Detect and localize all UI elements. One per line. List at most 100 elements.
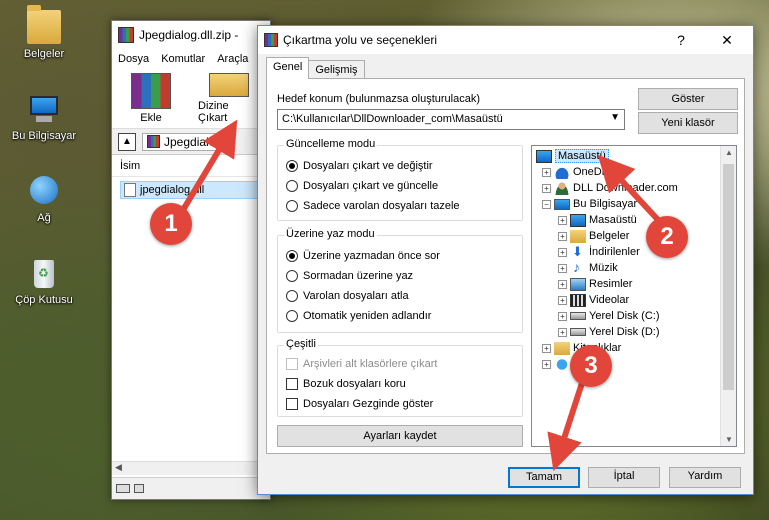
help-button[interactable]: Yardım — [669, 467, 741, 488]
radio-label: Dosyaları çıkart ve değiştir — [303, 160, 433, 172]
radio-freshen-existing[interactable]: Sadece varolan dosyaları tazele — [286, 200, 460, 212]
radio-button[interactable] — [286, 270, 298, 282]
desktop-icon-network[interactable]: Ağ — [4, 174, 84, 224]
expand-icon[interactable]: + — [542, 183, 551, 193]
radio-extract-update[interactable]: Dosyaları çıkart ve güncelle — [286, 180, 438, 192]
expand-icon[interactable]: + — [542, 167, 551, 177]
expand-icon[interactable]: + — [558, 263, 567, 273]
expand-icon[interactable]: + — [558, 295, 567, 305]
radio-overwrite-without-prompt[interactable]: Sormadan üzerine yaz — [286, 270, 413, 282]
expand-icon[interactable]: + — [558, 231, 567, 241]
radio-skip-existing[interactable]: Varolan dosyaları atla — [286, 290, 409, 302]
destination-path-value: C:\Kullanıcılar\DllDownloader_com\Masaüs… — [282, 113, 503, 125]
add-button[interactable]: Ekle — [120, 73, 182, 124]
annotation-badge-1: 1 — [150, 203, 192, 245]
tree-node-label: Müzik — [589, 262, 618, 274]
add-button-label: Ekle — [140, 112, 162, 124]
tree-node-documents[interactable]: + Belgeler — [558, 228, 629, 244]
tree-node-label: Resimler — [589, 278, 633, 290]
add-archive-icon — [131, 73, 171, 109]
winrar-address-bar: ▲ Jpegdialog — [112, 129, 270, 155]
radio-extract-replace[interactable]: Dosyaları çıkart ve değiştir — [286, 160, 433, 172]
winrar-menubar: Dosya Komutlar Araçla — [112, 49, 270, 69]
cancel-button[interactable]: İptal — [588, 467, 660, 488]
menu-file[interactable]: Dosya — [118, 53, 149, 65]
expand-icon[interactable]: + — [558, 327, 567, 337]
radio-button[interactable] — [286, 180, 298, 192]
radio-button[interactable] — [286, 310, 298, 322]
extract-to-button[interactable]: Dizine Çıkart — [198, 73, 260, 124]
desktop-icon-label: Ağ — [37, 212, 51, 224]
checkbox — [286, 358, 298, 370]
radio-button[interactable] — [286, 290, 298, 302]
horizontal-scrollbar[interactable]: ◀ — [112, 461, 270, 475]
desktop-icon-recycle-bin[interactable]: Çöp Kutusu — [4, 256, 84, 306]
scroll-down-icon[interactable]: ▼ — [721, 435, 736, 444]
tree-node-videos[interactable]: + Videolar — [558, 292, 629, 308]
chevron-down-icon[interactable]: ▼ — [610, 112, 620, 123]
expand-icon[interactable]: + — [558, 247, 567, 257]
archive-path[interactable]: Jpegdialog — [142, 132, 228, 151]
checkbox-show-in-explorer[interactable]: Dosyaları Gezginde göster — [286, 398, 433, 410]
menu-tools[interactable]: Araçla — [217, 53, 248, 65]
tree-vertical-scrollbar[interactable]: ▲ ▼ — [720, 146, 736, 446]
tree-node-music[interactable]: + Müzik — [558, 259, 618, 276]
radio-button[interactable] — [286, 160, 298, 172]
tree-node-disk-c[interactable]: + Yerel Disk (C:) — [558, 308, 660, 324]
up-folder-button[interactable]: ▲ — [118, 132, 136, 151]
collapse-icon[interactable]: − — [542, 199, 551, 209]
radio-button[interactable] — [286, 200, 298, 212]
checkbox-keep-broken-files[interactable]: Bozuk dosyaları koru — [286, 378, 406, 390]
radio-rename-automatically[interactable]: Otomatik yeniden adlandır — [286, 310, 431, 322]
network-icon — [27, 174, 61, 208]
update-mode-group: Güncelleme modu Dosyaları çıkart ve deği… — [277, 138, 523, 221]
dialog-titlebar[interactable]: Çıkartma yolu ve seçenekleri ? ✕ — [258, 26, 753, 54]
file-row[interactable]: jpegdialog.dll — [120, 181, 262, 199]
help-title-button[interactable]: ? — [661, 26, 701, 54]
expand-icon[interactable]: + — [542, 359, 551, 369]
recycle-bin-icon — [27, 256, 61, 290]
desktop-icon-documents[interactable]: Belgeler — [4, 5, 84, 60]
expand-icon[interactable]: + — [558, 311, 567, 321]
tree-node-pictures[interactable]: + Resimler — [558, 276, 632, 292]
radio-ask-before-overwrite[interactable]: Üzerine yazmadan önce sor — [286, 250, 440, 262]
expand-icon[interactable]: + — [558, 215, 567, 225]
tree-node-disk-d[interactable]: + Yerel Disk (D:) — [558, 324, 660, 340]
radio-label: Otomatik yeniden adlandır — [303, 310, 432, 322]
checkbox[interactable] — [286, 398, 298, 410]
folder-tree[interactable]: Masaüstü + OneDrive + DLL Downloader.com… — [531, 145, 737, 447]
checkbox[interactable] — [286, 378, 298, 390]
scroll-up-icon[interactable]: ▲ — [721, 148, 736, 157]
radio-button[interactable] — [286, 250, 298, 262]
save-settings-button[interactable]: Ayarları kaydet — [277, 425, 523, 447]
ok-button[interactable]: Tamam — [508, 467, 580, 488]
expand-icon[interactable]: + — [558, 279, 567, 289]
misc-group: Çeşitli Arşivleri alt klasörlere çıkart … — [277, 338, 523, 417]
column-header-name[interactable]: İsim — [112, 155, 270, 177]
libraries-icon — [554, 341, 570, 355]
overwrite-mode-title: Üzerine yaz modu — [284, 228, 377, 240]
close-icon[interactable]: ✕ — [707, 26, 747, 54]
expand-icon[interactable]: + — [542, 343, 551, 353]
tree-node-label: Masaüstü — [555, 149, 609, 163]
checkbox-label: Arşivleri alt klasörlere çıkart — [303, 358, 438, 370]
tree-node-downloads[interactable]: + İndirilenler — [558, 244, 640, 260]
tree-node-label: Bu Bilgisayar — [573, 198, 638, 210]
tree-node-user[interactable]: + DLL Downloader.com — [542, 180, 678, 196]
tree-node-desktop-sub[interactable]: + Masaüstü — [558, 212, 637, 228]
winrar-titlebar[interactable]: Jpegdialog.dll.zip - — [112, 21, 270, 49]
overwrite-mode-group: Üzerine yaz modu Üzerine yazmadan önce s… — [277, 228, 523, 333]
tree-node-this-pc[interactable]: − Bu Bilgisayar — [542, 196, 637, 212]
menu-commands[interactable]: Komutlar — [161, 53, 205, 65]
tree-node-desktop[interactable]: Masaüstü — [536, 148, 609, 164]
new-folder-button[interactable]: Yeni klasör — [638, 112, 738, 134]
checkbox-label: Bozuk dosyaları koru — [303, 378, 406, 390]
scrollbar-thumb[interactable] — [723, 164, 734, 390]
tab-general[interactable]: Genel — [266, 57, 310, 79]
show-button[interactable]: Göster — [638, 88, 738, 110]
desktop-icon-label: Belgeler — [23, 48, 65, 60]
tree-node-onedrive[interactable]: + OneDrive — [542, 164, 619, 180]
tab-advanced[interactable]: Gelişmiş — [308, 60, 365, 79]
desktop-icon-this-pc[interactable]: Bu Bilgisayar — [4, 92, 84, 142]
destination-path-combobox[interactable]: C:\Kullanıcılar\DllDownloader_com\Masaüs… — [277, 109, 625, 130]
